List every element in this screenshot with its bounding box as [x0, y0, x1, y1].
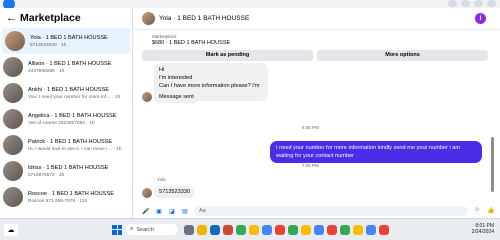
conversation-preview: Yes of course 2023917084 · 1h — [28, 120, 95, 126]
outgoing-message-bubble: I need your number for more information … — [270, 141, 482, 163]
message-line: Hi — [159, 67, 165, 73]
listing-thumbnail — [3, 57, 23, 77]
sticker-icon[interactable]: ◪ — [168, 207, 176, 215]
listing-thumbnail — [3, 83, 23, 103]
scrollbar[interactable] — [491, 137, 494, 192]
chrome-icon[interactable] — [249, 224, 259, 235]
mark-as-pending-button[interactable]: Mark as pending — [142, 50, 313, 61]
conversation-item-allison[interactable]: Allison · 1 BED 1 BATH HOUSSE 4437695086… — [0, 54, 132, 80]
conversation-title: Allison · 1 BED 1 BATH HOUSSE — [28, 60, 112, 67]
search-placeholder: Search — [136, 226, 154, 233]
listing-thumbnail — [3, 187, 23, 207]
conversation-preview: Roscoe 571 355-7878 · 11h — [28, 198, 88, 204]
conversation-item-angelica[interactable]: Angelica · 1 BED 1 BATH HOUSSE Yes of co… — [0, 106, 132, 132]
conversation-title: Patrick · 1 BED 1 BATH HOUSSE — [28, 138, 113, 145]
conversation-preview: 5715876572 · 2h — [28, 172, 65, 178]
message-composer: 🎤 ▣ ◪ ▤ Aa ☺ 👍 — [134, 204, 500, 218]
chrome-icon[interactable] — [379, 224, 389, 235]
listing-summary[interactable]: Marketplace $680 · 1 BED 1 BATH HOUSSE — [134, 30, 500, 50]
timestamp: 6:08 PM — [302, 125, 319, 130]
listing-thumbnail[interactable] — [142, 12, 155, 25]
sender-name: Yola — [157, 177, 166, 182]
sender-avatar — [142, 92, 152, 102]
chrome-icon[interactable] — [301, 224, 311, 235]
file-explorer-icon[interactable] — [197, 224, 207, 235]
conversation-title: Angelica · 1 BED 1 BATH HOUSSE — [28, 112, 117, 119]
chrome-icon[interactable] — [327, 224, 337, 235]
more-options-button[interactable]: More options — [317, 50, 488, 61]
chrome-icon[interactable] — [314, 224, 324, 235]
chat-panel: Yola · 1 BED 1 BATH HOUSSE i Marketplace… — [134, 8, 500, 218]
listing-thumbnail — [3, 135, 23, 155]
emoji-icon[interactable]: ☺ — [474, 207, 482, 215]
info-icon[interactable]: i — [475, 13, 486, 24]
search-icon: ⌕ — [130, 226, 134, 232]
gif-icon[interactable]: ▤ — [181, 207, 189, 215]
conversation-preview: You: I need your number for more inf… · … — [28, 94, 121, 100]
conversation-list-panel: ← Marketplace Yola · 1 BED 1 BATH HOUSSE… — [0, 8, 133, 218]
task-view-icon[interactable] — [184, 224, 194, 235]
message-thread: Hi I'm interested Can I have more inform… — [134, 61, 500, 192]
message-bubble: Message sent — [154, 91, 199, 103]
photo-icon[interactable]: ▣ — [155, 207, 163, 215]
conversation-item-ankhi[interactable]: Ankhi · 1 BED 1 BATH HOUSSE You: I need … — [0, 80, 132, 106]
sender-avatar — [142, 188, 152, 198]
conversation-title: Roscoe · 1 BED 1 BATH HOUSSE — [28, 190, 115, 197]
conversation-item-yola[interactable]: Yola · 1 BED 1 BATH HOUSSE 5713523330 · … — [2, 28, 130, 54]
clock-date: 2/24/2024 — [471, 229, 494, 235]
chrome-icon[interactable] — [275, 224, 285, 235]
conversation-item-idriss[interactable]: Idriss · 1 BED 1 BATH HOUSSE 5715876572 … — [0, 158, 132, 184]
conversation-preview: 5713523330 · 1h — [30, 42, 67, 48]
windows-start-icon[interactable] — [112, 224, 122, 235]
listing-thumbnail — [3, 109, 23, 129]
listing-title: $680 · 1 BED 1 BATH HOUSSE — [152, 40, 231, 46]
system-tray-clock[interactable]: 8:01 PM 2/24/2024 — [472, 223, 494, 235]
chat-title[interactable]: Yola · 1 BED 1 BATH HOUSSE — [159, 15, 249, 22]
account-icon[interactable] — [487, 0, 496, 7]
chrome-icon[interactable] — [236, 224, 246, 235]
conversation-preview: 4437695086 · 1h — [28, 68, 65, 74]
listing-thumbnail — [3, 161, 23, 181]
weather-icon[interactable]: ☁ — [4, 223, 18, 236]
conversation-title: Ankhi · 1 BED 1 BATH HOUSSE — [28, 86, 110, 93]
timestamp: 7:25 PM — [302, 163, 319, 168]
menu-icon[interactable] — [448, 0, 457, 7]
conversation-item-patrick[interactable]: Patrick · 1 BED 1 BATH HOUSSE Hi, I woul… — [0, 132, 132, 158]
back-arrow-icon[interactable]: ← — [6, 12, 17, 24]
chrome-icon[interactable] — [366, 224, 376, 235]
message-line: I'm interested — [159, 75, 193, 81]
messenger-icon[interactable] — [461, 0, 470, 7]
conversation-title: Idriss · 1 BED 1 BATH HOUSSE — [28, 164, 109, 171]
chrome-icon[interactable] — [262, 224, 272, 235]
like-icon[interactable]: 👍 — [487, 207, 495, 215]
message-bubble: 5713523330 — [154, 186, 196, 198]
conversation-item-roscoe[interactable]: Roscoe · 1 BED 1 BATH HOUSSE Roscoe 571 … — [0, 184, 132, 210]
marketplace-title: Marketplace — [20, 12, 81, 24]
chat-header: Yola · 1 BED 1 BATH HOUSSE i — [134, 8, 500, 30]
listing-thumbnail — [5, 31, 25, 51]
chrome-icon[interactable] — [340, 224, 350, 235]
chrome-icon[interactable] — [353, 224, 363, 235]
notifications-icon[interactable] — [474, 0, 483, 7]
chrome-icon[interactable] — [288, 224, 298, 235]
taskbar-search[interactable]: ⌕ Search — [126, 224, 178, 235]
microphone-icon[interactable]: 🎤 — [142, 207, 150, 215]
browser-top-bar — [0, 0, 500, 10]
message-input[interactable]: Aa — [194, 206, 468, 216]
marketplace-header: ← Marketplace — [0, 8, 132, 28]
chrome-icon[interactable] — [223, 224, 233, 235]
listing-label: Marketplace — [152, 34, 177, 39]
conversation-title: Yola · 1 BED 1 BATH HOUSSE — [30, 34, 108, 41]
windows-taskbar: ☁ ⌕ Search 8:01 PM 2/24/2024 — [0, 218, 500, 240]
edge-icon[interactable] — [210, 224, 220, 235]
conversation-preview: Hi, I would love to see it. I can move i… — [28, 146, 122, 152]
